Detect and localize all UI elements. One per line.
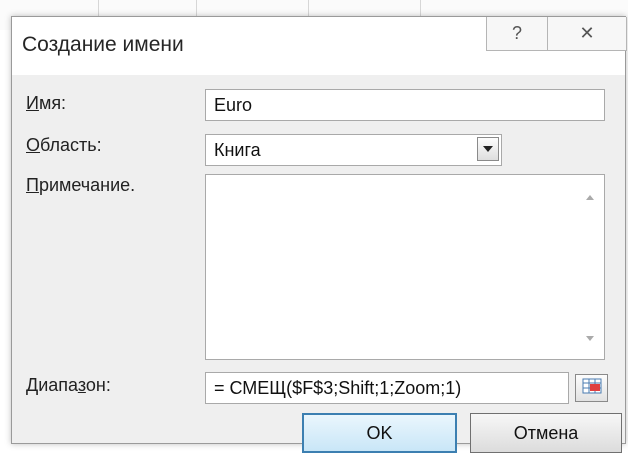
name-input-value: Euro xyxy=(214,94,253,115)
ok-button[interactable]: OK xyxy=(302,413,457,453)
close-icon: ✕ xyxy=(579,23,595,43)
scope-label: Область: xyxy=(26,135,102,155)
chevron-down-icon[interactable] xyxy=(477,137,499,161)
range-input-value: = СМЕЩ($F$3;Shift;1;Zoom;1) xyxy=(214,377,462,398)
dialog-body: Имя: Euro Область: Книга Примечание. Диа… xyxy=(12,75,625,453)
help-icon: ? xyxy=(511,23,522,43)
name-input[interactable]: Euro xyxy=(205,89,605,121)
scroll-up-icon[interactable] xyxy=(586,195,594,200)
range-input[interactable]: = СМЕЩ($F$3;Shift;1;Zoom;1) xyxy=(205,372,569,404)
comment-label: Примечание. xyxy=(26,175,136,195)
cancel-button-label: Отмена xyxy=(513,422,579,443)
scope-select-value: Книга xyxy=(214,139,261,160)
comment-textarea[interactable] xyxy=(205,174,605,360)
dialog-titlebar: Создание имени ? ✕ xyxy=(12,17,627,75)
create-name-dialog: Создание имени ? ✕ Имя: Euro Область: Кн… xyxy=(11,16,627,453)
range-label: Диапазон: xyxy=(26,375,111,395)
scope-select[interactable]: Книга xyxy=(205,134,502,166)
scroll-down-icon[interactable] xyxy=(586,336,594,341)
cancel-button[interactable]: Отмена xyxy=(470,413,622,453)
name-label: Имя: xyxy=(26,93,67,113)
range-select-icon xyxy=(582,378,602,399)
range-select-button[interactable] xyxy=(575,374,608,402)
dialog-title: Создание имени xyxy=(22,33,184,56)
ok-button-label: OK xyxy=(366,422,393,443)
close-button[interactable]: ✕ xyxy=(547,17,627,51)
help-button[interactable]: ? xyxy=(486,17,548,51)
